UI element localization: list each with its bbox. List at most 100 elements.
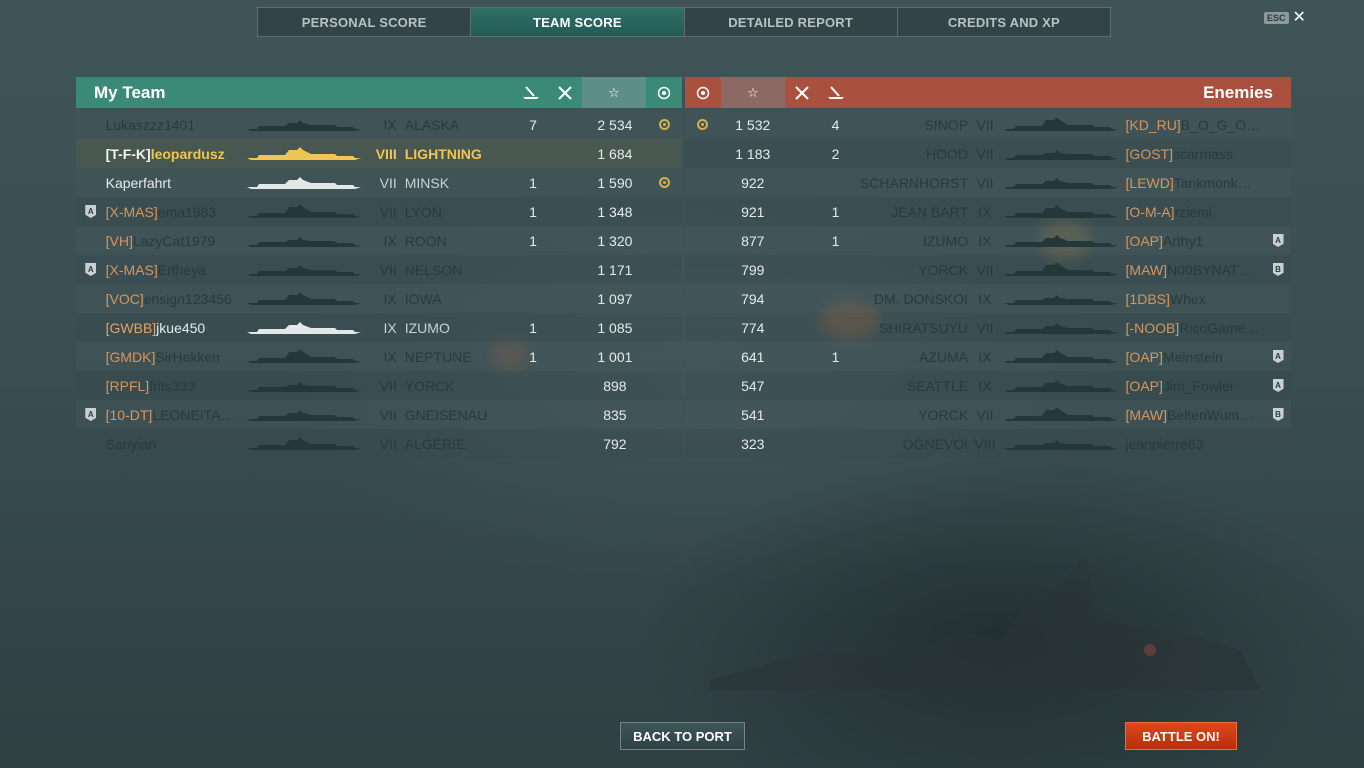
my-team-title: My Team: [76, 77, 514, 108]
tab-detailed-report[interactable]: DETAILED REPORT: [685, 8, 898, 36]
my-team-player-row[interactable]: [VOC]ensign123456 IX IOWA 1 097: [76, 284, 682, 313]
ships-destroyed-count: 1: [529, 319, 537, 336]
ship-silhouette-icon: [246, 409, 361, 421]
my-team-header: My Team ☆: [76, 77, 682, 108]
base-xp-score: 1 097: [597, 290, 633, 307]
player-name: N00BYNAT…: [1167, 261, 1253, 278]
ships-destroyed-count: 1: [831, 203, 840, 220]
base-xp-score: 835: [603, 406, 627, 423]
player-name-cell: jeanpierre63: [1122, 436, 1266, 452]
ship-silhouette-cell: [244, 263, 367, 277]
my-team-player-row[interactable]: [VH]LazyCat1979 IX ROON 1 1 320: [76, 226, 682, 255]
ship-name: YORCK: [918, 261, 969, 278]
enemy-player-row[interactable]: 774 SHIRATSUYU VII [-NOOB]RicoGame…: [685, 313, 1291, 342]
enemy-player-row[interactable]: 1 532 4 SINOP VII [KD_RU]B_O_G_O…: [685, 110, 1291, 139]
base-xp-score: 799: [741, 261, 765, 278]
close-button[interactable]: ESC ✕: [1264, 10, 1306, 26]
base-xp-score: 922: [741, 174, 765, 191]
enemy-player-row[interactable]: 541 YORCK VII [MAW]BeltenWum… B: [685, 400, 1291, 429]
enemy-player-row[interactable]: 922 SCHARNHORST VII [LEWD]Tankmonk…: [685, 168, 1291, 197]
enemy-player-row[interactable]: 323 OGNEVOI VIII jeanpierre63: [685, 429, 1291, 458]
division-badge-icon: A: [1272, 234, 1284, 247]
ship-silhouette-cell: [1000, 321, 1122, 335]
ship-silhouette-cell: [1000, 204, 1122, 219]
enemy-player-row[interactable]: 794 DM. DONSKOI IX [1DBS]Whex: [685, 284, 1291, 313]
base-xp-score: 641: [741, 348, 765, 365]
enemies-list: 1 532 4 SINOP VII [KD_RU]B_O_G_O… 1 183 2 HOOD V…: [685, 110, 1291, 458]
my-team-list: Lukaszzz1401 IX ALASKA 7 2 534 [T-F-K]leopard…: [76, 110, 682, 458]
player-name-cell: [LEWD]Tankmonk…: [1122, 175, 1266, 191]
base-xp-score: 1 348: [597, 203, 633, 220]
ship-name: IZUMO: [404, 319, 450, 336]
player-name: Whex: [1169, 290, 1206, 307]
ship-tier: IX: [978, 377, 992, 394]
base-xp-score: 1 532: [735, 116, 771, 133]
my-team-player-row[interactable]: [GMDK]SirHekken IX NEPTUNE 1 1 001: [76, 342, 682, 371]
ship-tier: VII: [976, 145, 994, 162]
base-xp-score: 2 534: [597, 116, 633, 133]
ship-name: IZUMO: [922, 232, 969, 249]
ship-tier: IX: [383, 348, 397, 365]
ship-silhouette-icon: [1003, 439, 1118, 450]
score-tabs: PERSONAL SCORE TEAM SCORE DETAILED REPOR…: [257, 7, 1111, 37]
enemy-player-row[interactable]: 641 1 AZUMA IX [OAP]Meinstein A: [685, 342, 1291, 371]
my-team-player-row[interactable]: [T-F-K]leopardusz VIII LIGHTNING 1 684: [76, 139, 682, 168]
my-team-player-row[interactable]: A [X-MAS]Ertheya VII NELSON 1 171: [76, 255, 682, 284]
my-team-player-row[interactable]: Lukaszzz1401 IX ALASKA 7 2 534: [76, 110, 682, 139]
ship-name: SHIRATSUYU: [878, 319, 969, 336]
ship-name: SEATTLE: [906, 377, 969, 394]
ships-destroyed-count: 1: [831, 348, 840, 365]
my-team-player-row[interactable]: Sanyian VII ALGÈRIE 792: [76, 429, 682, 458]
my-team-player-row[interactable]: A [10-DT]LEONEITA… VII GNEISENAU 835: [76, 400, 682, 429]
ship-name: ALASKA: [404, 116, 460, 133]
my-team-player-row[interactable]: A [X-MAS]ema1983 VII LYON 1 1 348: [76, 197, 682, 226]
tab-personal-score[interactable]: PERSONAL SCORE: [258, 8, 472, 36]
player-name: Arthy1: [1162, 232, 1204, 249]
battle-on-button[interactable]: BATTLE ON!: [1125, 722, 1237, 750]
player-name-cell: [T-F-K]leopardusz: [106, 146, 244, 162]
clan-tag: [GMDK]: [105, 348, 156, 365]
award-medal-icon: [697, 119, 709, 130]
my-team-player-row[interactable]: Kaperfahrt VII MINSK 1 1 590: [76, 168, 682, 197]
player-name-cell: [OAP]Meinstein: [1122, 349, 1266, 365]
score-star-icon: ☆: [582, 77, 646, 108]
ship-tier: VII: [976, 174, 994, 191]
base-xp-score: 794: [741, 290, 765, 307]
clan-tag: [VOC]: [105, 290, 144, 307]
clan-tag: [X-MAS]: [105, 203, 158, 220]
base-xp-score: 1 171: [597, 261, 633, 278]
player-name-cell: Sanyian: [106, 436, 244, 452]
enemy-player-row[interactable]: 799 YORCK VII [MAW]N00BYNAT… B: [685, 255, 1291, 284]
ship-name: JEAN BART: [891, 203, 969, 220]
ship-name: GNEISENAU: [404, 406, 488, 423]
division-badge-icon: B: [1272, 408, 1284, 421]
ship-silhouette-icon: [1003, 379, 1118, 392]
clan-tag: [MAW]: [1125, 406, 1168, 423]
tab-team-score[interactable]: TEAM SCORE: [471, 8, 685, 36]
ship-silhouette-icon: [246, 349, 361, 363]
clan-tag: [1DBS]: [1125, 290, 1170, 307]
ship-silhouette-cell: [1000, 176, 1122, 190]
player-name: LEONEITA…: [152, 406, 235, 423]
enemy-player-row[interactable]: 1 183 2 HOOD VII [GOST]scarmass: [685, 139, 1291, 168]
player-name-cell: [VH]LazyCat1979: [106, 233, 244, 249]
enemy-player-row[interactable]: 921 1 JEAN BART IX [O-M-A]rziemi: [685, 197, 1291, 226]
division-badge-icon: A: [1272, 379, 1284, 392]
my-team-player-row[interactable]: [GWBB]jkue450 IX IZUMO 1 1 085: [76, 313, 682, 342]
base-xp-score: 1 001: [597, 348, 633, 365]
enemy-player-row[interactable]: 547 SEATTLE IX [OAP]Jim_Fowler A: [685, 371, 1291, 400]
ships-destroyed-count: 1: [529, 174, 537, 191]
base-xp-score: 547: [741, 377, 765, 394]
player-name: Kaperfahrt: [105, 174, 171, 191]
ship-name: SCHARNHORST: [859, 174, 969, 191]
enemy-player-row[interactable]: 877 1 IZUMO IX [OAP]Arthy1 A: [685, 226, 1291, 255]
ship-name: YORCK: [918, 406, 969, 423]
back-to-port-button[interactable]: BACK TO PORT: [620, 722, 745, 750]
tab-credits-and-xp[interactable]: CREDITS AND XP: [898, 8, 1110, 36]
player-name-cell: [O-M-A]rziemi: [1122, 204, 1266, 220]
player-name-cell: [KD_RU]B_O_G_O…: [1122, 117, 1266, 133]
clan-tag: [VH]: [105, 232, 133, 249]
ship-silhouette-icon: [1003, 149, 1118, 160]
ship-silhouette-icon: [246, 204, 361, 218]
my-team-player-row[interactable]: [RPFL]frits333 VII YORCK 898: [76, 371, 682, 400]
